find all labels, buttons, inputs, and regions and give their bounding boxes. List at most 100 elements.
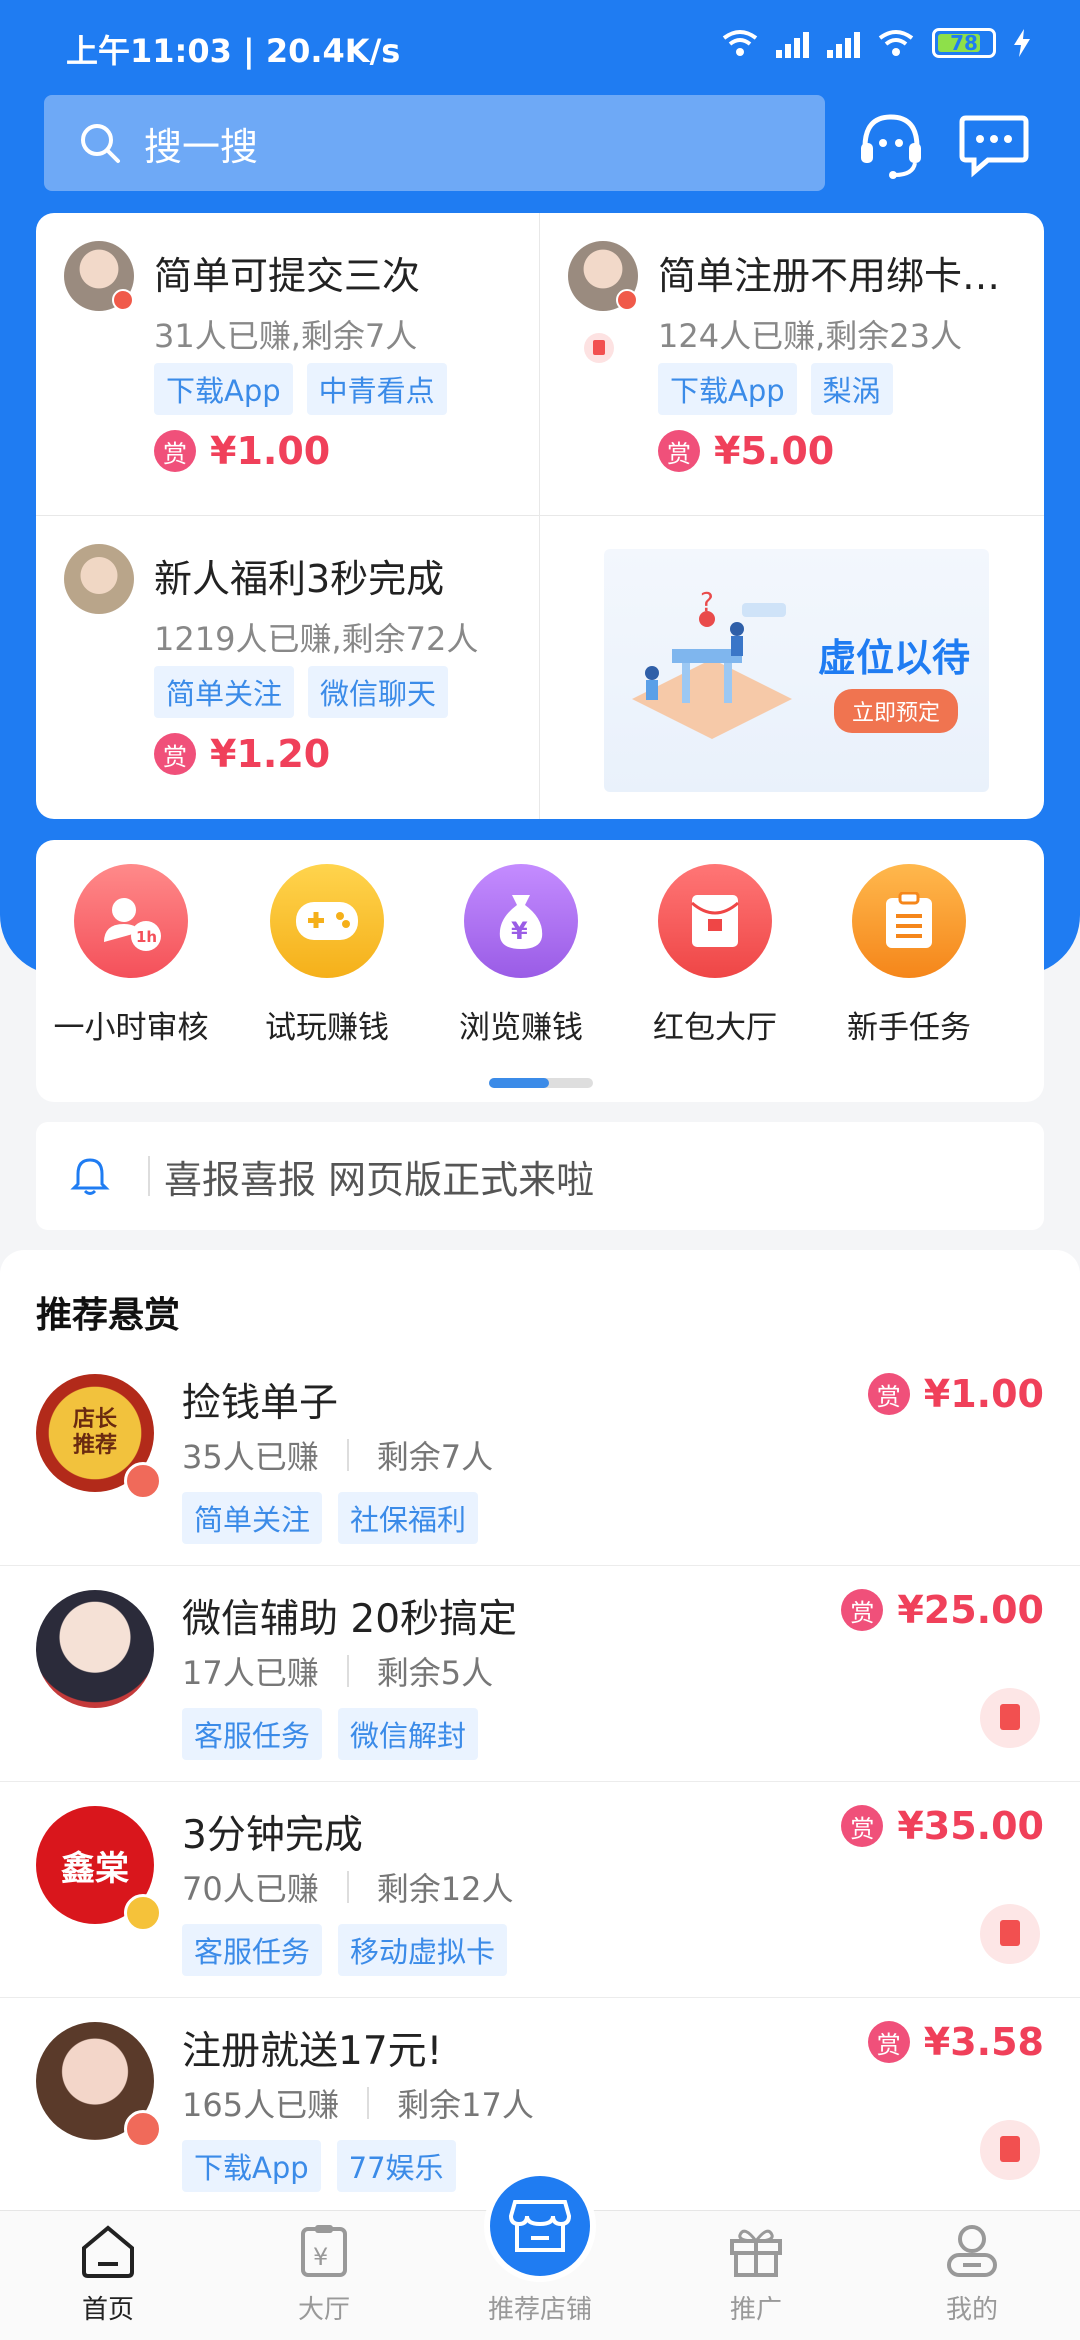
- messages-button[interactable]: [954, 105, 1034, 185]
- task-title: 简单可提交三次: [154, 254, 421, 298]
- remaining-count: 剩余7人: [376, 1438, 494, 1476]
- tab-promotion[interactable]: 推广: [676, 2221, 836, 2326]
- star-badge-icon: [124, 1894, 162, 1932]
- item-tag: 客服任务: [182, 1924, 323, 1976]
- category-shortcuts: 1h 一小时审核 试玩赚钱 ¥ 浏览赚钱 红包大厅 新手任务: [36, 840, 1044, 1102]
- item-tag: 77娱乐: [336, 2140, 456, 2192]
- avatar-text: 店长 推荐: [72, 1407, 117, 1458]
- task-title: 新人福利3秒完成: [154, 557, 445, 601]
- signal-hd-icon: [827, 28, 860, 58]
- item-title: 捡钱单子: [182, 1381, 339, 1426]
- gamepad-icon: [270, 864, 384, 978]
- reward-icon: 赏: [867, 2021, 910, 2063]
- promo-illustration-icon: ?: [632, 589, 792, 739]
- tab-home[interactable]: 首页: [28, 2221, 188, 2326]
- customer-service-button[interactable]: [851, 105, 931, 185]
- item-price: ¥1.00: [923, 1372, 1044, 1416]
- tab-label: 推广: [729, 2295, 782, 2325]
- promo-slot[interactable]: ? 虚位以待 立即预定: [540, 516, 1044, 819]
- search-input[interactable]: 搜一搜: [44, 95, 825, 191]
- list-item[interactable]: 店长 推荐 捡钱单子 35人已赚 剩余7人 简单关注 社保福利 赏 ¥1.00: [0, 1350, 1080, 1566]
- task-price: ¥1.20: [210, 732, 331, 776]
- item-tag: 下载App: [182, 2140, 321, 2192]
- task-price: ¥5.00: [714, 429, 835, 473]
- shop-button[interactable]: [484, 2170, 596, 2282]
- search-icon: [81, 124, 120, 163]
- chat-bubble-icon: [959, 115, 1029, 178]
- home-icon: [82, 2225, 134, 2278]
- money-bag-icon: ¥: [464, 864, 578, 978]
- tab-label: 首页: [81, 2295, 134, 2325]
- tab-label: 大厅: [297, 2295, 350, 2325]
- task-tag: 简单关注: [154, 666, 295, 718]
- headset-icon: [861, 114, 921, 179]
- task-tag: 下载App: [658, 363, 797, 415]
- tab-label: 我的: [945, 2295, 998, 2325]
- remaining-count: 剩余12人: [376, 1870, 514, 1908]
- item-title: 注册就送17元!: [182, 2029, 443, 2074]
- red-packet-icon: [658, 864, 772, 978]
- featured-task-card[interactable]: 简单可提交三次 31人已赚,剩余7人 下载App 中青看点 赏 ¥1.00: [36, 213, 540, 516]
- item-tag: 移动虚拟卡: [338, 1924, 508, 1976]
- svg-text:1h: 1h: [136, 928, 157, 946]
- item-price: ¥25.00: [897, 1588, 1044, 1632]
- category-try-play[interactable]: 试玩赚钱: [242, 864, 412, 1047]
- featured-task-card[interactable]: 简单注册不用绑卡… 124人已赚,剩余23人 下载App 梨涡 赏 ¥5.00: [540, 213, 1044, 516]
- reward-icon: 赏: [154, 733, 196, 775]
- tab-hall[interactable]: ¥ 大厅: [244, 2221, 404, 2326]
- reward-icon: 赏: [867, 1373, 910, 1415]
- remaining-count: 剩余17人: [397, 2086, 534, 2124]
- crown-badge-icon: [124, 1462, 162, 1500]
- announcement-text: 喜报喜报 网页版正式来啦: [164, 1157, 595, 1202]
- avatar: [36, 1590, 154, 1708]
- section-title: 推荐悬赏: [36, 1295, 181, 1336]
- task-tag: 中青看点: [306, 363, 447, 415]
- divider: [148, 1156, 150, 1196]
- red-packet-icon: [980, 1904, 1040, 1964]
- category-label: 新手任务: [847, 1010, 971, 1046]
- category-newbie-tasks[interactable]: 新手任务: [824, 864, 994, 1047]
- carousel-indicator: [489, 1078, 593, 1088]
- crown-badge-icon: [124, 2110, 162, 2148]
- earned-count: 165人已赚: [182, 2086, 340, 2124]
- task-tag: 下载App: [154, 363, 293, 415]
- clock-review-icon: 1h: [74, 864, 188, 978]
- red-packet-icon: [584, 333, 614, 363]
- hall-icon: ¥: [301, 2225, 347, 2277]
- red-packet-icon: [980, 1688, 1040, 1748]
- category-browse[interactable]: ¥ 浏览赚钱: [436, 864, 606, 1047]
- item-tag: 微信解封: [338, 1708, 479, 1760]
- list-item[interactable]: 鑫棠 3分钟完成 70人已赚 剩余12人 客服任务 移动虚拟卡 赏 ¥35.00: [0, 1782, 1080, 1998]
- item-price: ¥3.58: [923, 2020, 1044, 2064]
- featured-task-card[interactable]: 新人福利3秒完成 1219人已赚,剩余72人 简单关注 微信聊天 赏 ¥1.20: [36, 516, 540, 819]
- task-price: ¥1.00: [210, 429, 331, 473]
- category-one-hour-review[interactable]: 1h 一小时审核: [46, 864, 216, 1047]
- earned-count: 70人已赚: [182, 1870, 319, 1908]
- item-title: 微信辅助 20秒搞定: [182, 1597, 518, 1642]
- task-stats: 31人已赚,剩余7人: [154, 317, 418, 355]
- svg-text:?: ?: [700, 589, 714, 618]
- red-packet-icon: [980, 2120, 1040, 2180]
- tab-profile[interactable]: 我的: [892, 2221, 1052, 2326]
- earned-count: 17人已赚: [182, 1654, 319, 1692]
- earned-count: 35人已赚: [182, 1438, 319, 1476]
- task-stats: 1219人已赚,剩余72人: [154, 620, 479, 658]
- reserve-button[interactable]: 立即预定: [834, 689, 959, 733]
- promo-text: 虚位以待: [818, 636, 971, 680]
- category-label: 红包大厅: [653, 1010, 777, 1046]
- charging-icon: [1014, 29, 1030, 57]
- task-stats: 124人已赚,剩余23人: [658, 317, 962, 355]
- category-label: 浏览赚钱: [459, 1010, 583, 1046]
- promo-banner[interactable]: ? 虚位以待 立即预定: [604, 549, 989, 792]
- wifi-icon-2: [878, 30, 914, 56]
- reward-icon: 赏: [841, 1589, 884, 1631]
- announcement-bar[interactable]: 喜报喜报 网页版正式来啦: [36, 1122, 1044, 1230]
- item-tag: 社保福利: [338, 1492, 479, 1544]
- list-item[interactable]: 微信辅助 20秒搞定 17人已赚 剩余5人 客服任务 微信解封 赏 ¥25.00: [0, 1566, 1080, 1782]
- featured-tasks: 简单可提交三次 31人已赚,剩余7人 下载App 中青看点 赏 ¥1.00 简单…: [36, 213, 1044, 819]
- signal-icon: [776, 28, 809, 58]
- item-price: ¥35.00: [897, 1804, 1044, 1848]
- category-red-packet-hall[interactable]: 红包大厅: [630, 864, 800, 1047]
- battery-level: 78: [950, 31, 978, 55]
- status-time: 上午11:03 | 20.4K/s: [66, 32, 401, 70]
